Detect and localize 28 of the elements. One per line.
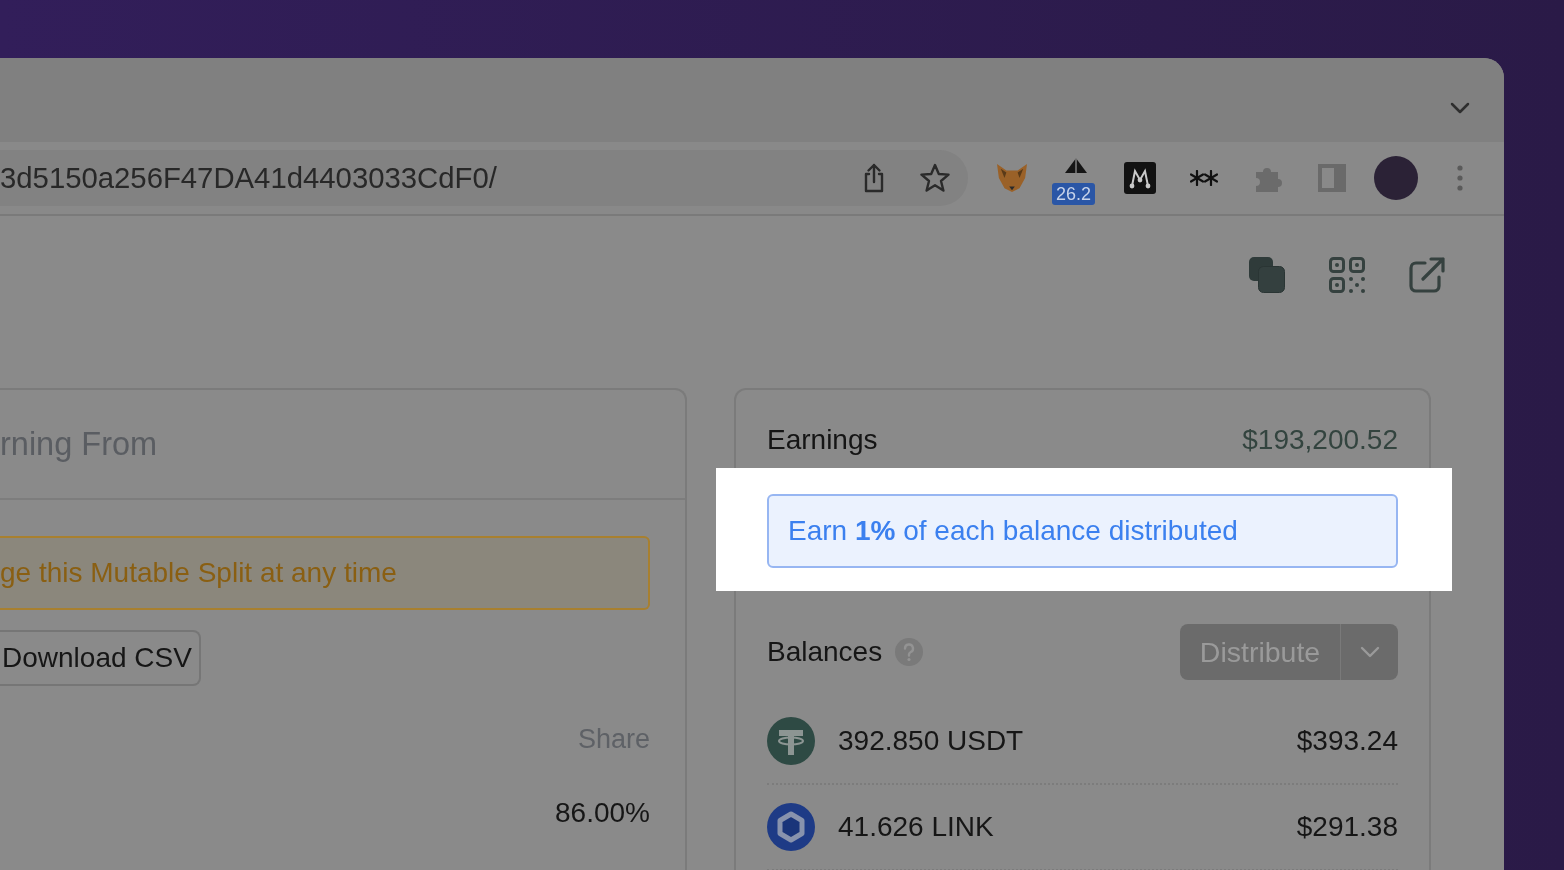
- token-value: $393.24: [1296, 725, 1398, 757]
- token-amount: 41.626 LINK: [838, 811, 994, 843]
- earnings-total: $193,200.52: [1242, 424, 1398, 456]
- external-link-icon[interactable]: [1409, 257, 1445, 293]
- asterisks-icon[interactable]: [1190, 170, 1218, 186]
- hexagon-coin-icon: [767, 803, 815, 851]
- avatar[interactable]: [1374, 156, 1418, 200]
- node-graph-icon[interactable]: [1124, 162, 1156, 194]
- copy-icon[interactable]: [1249, 257, 1285, 293]
- token-amount: 392.850 USDT: [838, 725, 1024, 757]
- extension-badge: 26.2: [1052, 183, 1096, 205]
- earn-banner: Earn 1% of each balance distributed: [767, 494, 1398, 568]
- earnings-title: Earnings: [767, 424, 878, 456]
- url-text: 3d5150a256F47DA41d4403033CdF0/: [0, 161, 498, 195]
- download-csv-button[interactable]: Download CSV: [0, 630, 201, 686]
- share-cell: 86.00%: [555, 797, 650, 829]
- warning-notice: ge this Mutable Split at any time: [0, 536, 650, 610]
- fox-icon[interactable]: [995, 163, 1029, 193]
- token-value: $291.38: [1296, 811, 1398, 843]
- share-icon[interactable]: [862, 163, 886, 193]
- more-menu-icon[interactable]: [1457, 165, 1463, 191]
- chevron-down-icon: [1359, 646, 1380, 658]
- chevron-down-icon[interactable]: [1450, 102, 1470, 114]
- tether-coin-icon: [767, 717, 815, 765]
- address-bar[interactable]: 3d5150a256F47DA41d4403033CdF0/: [0, 150, 968, 206]
- balances-title: Balances: [767, 636, 883, 668]
- qr-code-icon[interactable]: [1329, 257, 1365, 293]
- star-icon[interactable]: [920, 163, 950, 193]
